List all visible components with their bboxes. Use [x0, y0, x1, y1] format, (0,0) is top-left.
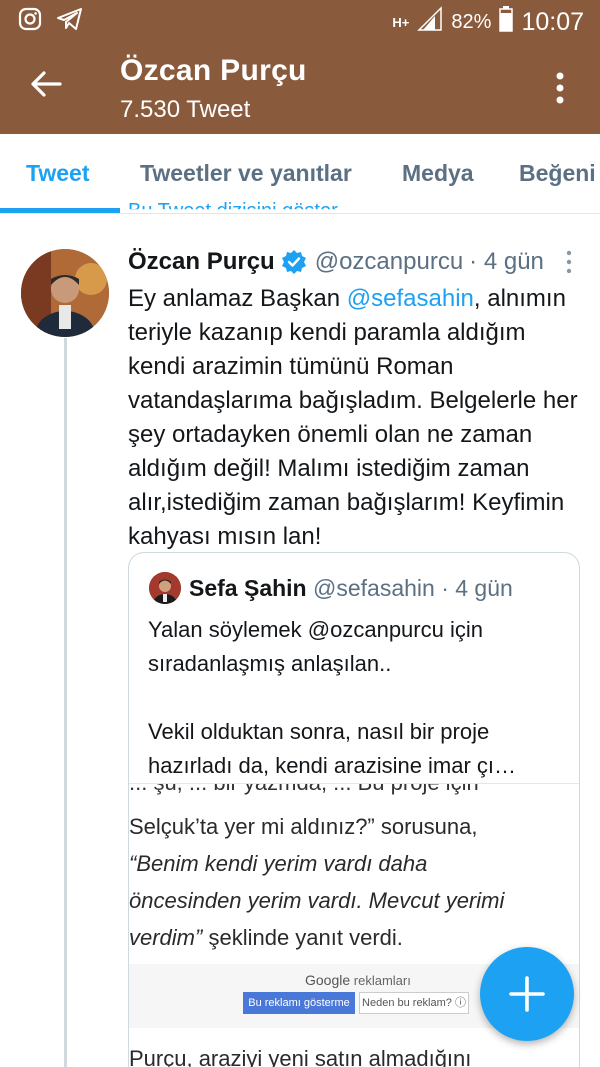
quoted-line: Vekil olduktan sonra, nasıl bir proje: [148, 719, 490, 744]
back-button[interactable]: [28, 66, 72, 110]
tab-media[interactable]: Medya: [402, 160, 474, 187]
battery-icon: [499, 6, 514, 39]
tweet-count: 7.530 Tweet: [120, 96, 251, 123]
compose-tweet-button[interactable]: [480, 947, 574, 1041]
image-article-text: Selçuk’ta yer mi aldınız?” sorusuna, “Be…: [129, 808, 579, 956]
more-vertical-icon: [566, 250, 572, 274]
app-bar: Özcan Purçu 7.530 Tweet: [0, 42, 600, 134]
tweet-text-part: , alnımın teriyle kazanıp kendi paramla …: [128, 285, 578, 550]
active-tab-indicator: [0, 208, 120, 213]
quoted-time: · 4 gün: [441, 575, 513, 601]
hide-ad-button: Bu reklamı gösterme: [243, 992, 355, 1014]
tab-likes[interactable]: Beğeni: [519, 160, 596, 187]
clock: 10:07: [521, 8, 584, 36]
author-handle[interactable]: @ozcanpurcu: [315, 248, 463, 276]
author-name[interactable]: Özcan Purçu: [128, 248, 275, 276]
profile-title: Özcan Purçu: [120, 54, 307, 87]
signal-icon: [417, 6, 443, 39]
image-line: şeklinde yanıt verdi.: [202, 925, 403, 950]
image-line: “Benim kendi yerim vardı daha: [129, 851, 428, 876]
tweet-time: · 4 gün: [469, 248, 544, 275]
status-bar: H+ 82% 10:07: [0, 0, 600, 42]
quoted-author-handle: @sefasahin: [313, 575, 435, 601]
image-cut-line: ... şu, ... bir yazmda, ... Bu proje içi…: [129, 784, 579, 794]
quoted-line: Yalan söylemek @ozcanpurcu için: [148, 617, 483, 642]
telegram-icon: [56, 7, 84, 36]
more-vertical-icon: [556, 72, 564, 104]
image-bottom-line: Purçu, araziyi yeni satın almadığını: [129, 1046, 472, 1067]
battery-percentage: 82%: [451, 11, 492, 33]
mention-link[interactable]: @sefasahin: [347, 285, 474, 312]
ad-label-text: reklamları: [353, 973, 411, 988]
avatar[interactable]: [21, 249, 109, 337]
image-line: verdim”: [129, 925, 203, 950]
plus-icon: [509, 976, 545, 1012]
instagram-icon: [18, 7, 42, 36]
overflow-menu-button[interactable]: [548, 70, 572, 110]
quoted-avatar: [149, 572, 181, 604]
arrow-left-icon: [31, 71, 62, 97]
quoted-text: Yalan söylemek @ozcanpurcu için sıradanl…: [148, 613, 568, 783]
quoted-line: hazırladı da, kendi arazisine imar çı…: [148, 753, 517, 778]
tab-tweets[interactable]: Tweet: [26, 160, 89, 187]
tweet-header: Özcan Purçu @ozcanpurcu · 4 gün: [128, 248, 544, 276]
why-ad-button: Neden bu reklam? ⓘ: [359, 992, 469, 1014]
tab-tweets-and-replies[interactable]: Tweetler ve yanıtlar: [140, 160, 352, 187]
ad-label: Google reklamları: [305, 972, 411, 988]
thread-connector: [64, 338, 67, 1067]
network-indicator: H+: [392, 14, 410, 30]
quoted-header: Sefa Şahin @sefasahin · 4 gün: [189, 575, 513, 602]
tweet-options-button[interactable]: [564, 250, 574, 274]
image-cut-text: ... şu, ... bir yazmda, ... Bu proje içi…: [129, 784, 579, 798]
image-line: Selçuk’ta yer mi aldınız?” sorusuna,: [129, 814, 478, 839]
image-line: öncesinden yerim vardı. Mevcut yerimi: [129, 888, 505, 913]
quoted-line: sıradanlaşmış anlaşılan..: [148, 651, 392, 676]
tweet-text-part: Ey anlamaz Başkan: [128, 285, 347, 312]
verified-badge-icon: [281, 249, 307, 275]
ad-brand: Google: [305, 972, 351, 988]
quoted-author-name: Sefa Şahin: [189, 575, 307, 601]
tweet-text: Ey anlamaz Başkan @sefasahin, alnımın te…: [128, 282, 588, 554]
